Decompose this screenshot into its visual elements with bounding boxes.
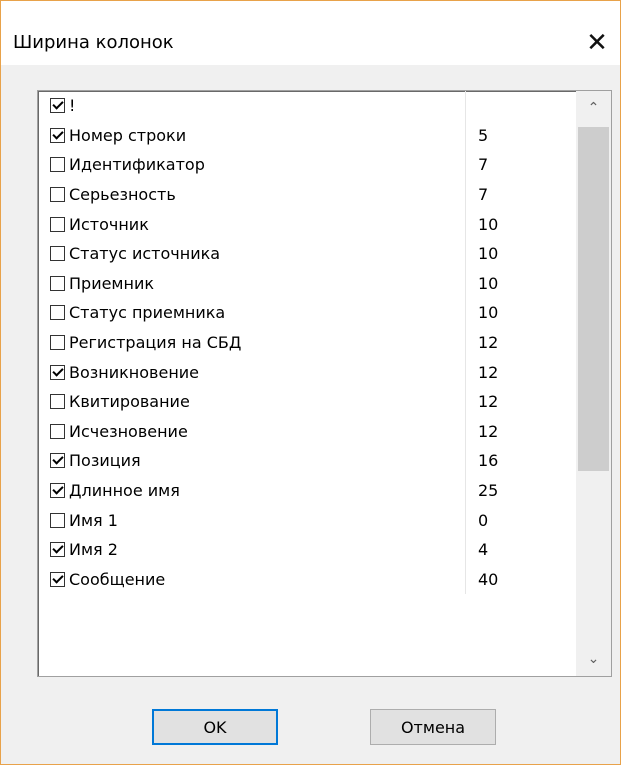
column-name-cell: Имя 2 <box>38 534 466 565</box>
columns-list[interactable]: ! Номер строки 5 Идентификатор 7 Серьезность 7… <box>37 90 612 677</box>
list-item[interactable]: Источник 10 <box>38 209 576 239</box>
column-label: Статус источника <box>69 244 221 264</box>
column-label: Длинное имя <box>69 481 180 501</box>
column-label: Сообщение <box>69 569 166 589</box>
scroll-down-icon[interactable]: ⌄ <box>576 642 611 676</box>
list-item[interactable]: Идентификатор 7 <box>38 150 576 180</box>
list-item[interactable]: ! <box>38 91 576 121</box>
column-width-value[interactable]: 10 <box>478 298 498 328</box>
column-width-value[interactable]: 12 <box>478 387 498 417</box>
list-item[interactable]: Квитирование 12 <box>38 386 576 417</box>
column-name-cell: Регистрация на СБД <box>38 327 466 358</box>
cancel-button[interactable]: Отмена <box>370 709 496 745</box>
checkbox-unchecked[interactable] <box>50 512 65 528</box>
column-name-cell: ! <box>38 91 466 121</box>
column-name-cell: Номер строки <box>38 120 466 151</box>
title-bar: Ширина колонок ✕ <box>1 1 620 65</box>
vertical-scrollbar[interactable]: ⌃ ⌄ <box>576 91 611 676</box>
column-label: ! <box>69 96 76 116</box>
column-label: Квитирование <box>69 392 190 412</box>
close-icon[interactable]: ✕ <box>574 21 620 65</box>
column-name-cell: Имя 1 <box>38 505 466 535</box>
column-name-cell: Квитирование <box>38 386 466 417</box>
column-width-value[interactable]: 7 <box>478 150 488 180</box>
list-item[interactable]: Имя 1 0 <box>38 505 576 535</box>
checkbox-unchecked[interactable] <box>50 157 65 173</box>
checkbox-checked[interactable] <box>50 364 65 380</box>
checkbox-unchecked[interactable] <box>50 305 65 321</box>
column-width-value[interactable]: 25 <box>478 476 498 506</box>
column-label: Идентификатор <box>69 155 205 175</box>
scrollbar-thumb[interactable] <box>578 127 609 471</box>
column-width-value[interactable]: 12 <box>478 417 498 447</box>
column-label: Имя 2 <box>69 540 118 560</box>
list-item[interactable]: Серьезность 7 <box>38 179 576 210</box>
column-name-cell: Исчезновение <box>38 416 466 447</box>
column-width-value[interactable]: 4 <box>478 535 488 565</box>
column-label: Серьезность <box>69 185 176 205</box>
checkbox-unchecked[interactable] <box>50 216 65 232</box>
dialog-title: Ширина колонок <box>13 32 174 53</box>
column-width-value[interactable]: 10 <box>478 209 498 239</box>
column-width-value[interactable]: 10 <box>478 239 498 269</box>
checkbox-unchecked[interactable] <box>50 187 65 203</box>
column-label: Позиция <box>69 451 141 471</box>
list-item[interactable]: Приемник 10 <box>38 268 576 299</box>
list-item[interactable]: Возникновение 12 <box>38 357 576 387</box>
column-name-cell: Возникновение <box>38 357 466 387</box>
column-label: Регистрация на СБД <box>69 333 242 353</box>
checkbox-checked[interactable] <box>50 453 65 469</box>
column-name-cell: Идентификатор <box>38 150 466 180</box>
column-width-value[interactable]: 12 <box>478 328 498 358</box>
column-width-value[interactable]: 5 <box>478 121 488 151</box>
column-width-value[interactable]: 7 <box>478 180 488 210</box>
column-label: Исчезновение <box>69 421 188 441</box>
list-item[interactable]: Статус приемника 10 <box>38 298 576 328</box>
list-item[interactable]: Длинное имя 25 <box>38 475 576 506</box>
scroll-up-icon[interactable]: ⌃ <box>576 91 611 125</box>
columns-rows: ! Номер строки 5 Идентификатор 7 Серьезность 7… <box>38 91 576 595</box>
list-item[interactable]: Имя 2 4 <box>38 534 576 565</box>
checkbox-checked[interactable] <box>50 98 65 114</box>
column-width-value[interactable]: 0 <box>478 505 488 535</box>
list-item[interactable]: Сообщение 40 <box>38 564 576 595</box>
checkbox-unchecked[interactable] <box>50 394 65 410</box>
column-label: Статус приемника <box>69 303 226 323</box>
column-name-cell: Сообщение <box>38 564 466 595</box>
column-name-cell: Серьезность <box>38 179 466 210</box>
column-name-cell: Длинное имя <box>38 475 466 506</box>
checkbox-unchecked[interactable] <box>50 423 65 439</box>
checkbox-unchecked[interactable] <box>50 246 65 262</box>
checkbox-checked[interactable] <box>50 542 65 558</box>
column-label: Приемник <box>69 273 155 293</box>
column-label: Имя 1 <box>69 510 118 530</box>
column-name-cell: Источник <box>38 209 466 239</box>
list-item[interactable]: Позиция 16 <box>38 446 576 476</box>
column-label: Источник <box>69 214 149 234</box>
column-width-value[interactable]: 16 <box>478 446 498 476</box>
column-label: Возникновение <box>69 362 200 382</box>
list-item[interactable]: Статус источника 10 <box>38 238 576 269</box>
column-width-value[interactable]: 10 <box>478 269 498 299</box>
column-label: Номер строки <box>69 125 187 145</box>
checkbox-unchecked[interactable] <box>50 335 65 351</box>
checkbox-unchecked[interactable] <box>50 275 65 291</box>
list-item[interactable]: Исчезновение 12 <box>38 416 576 447</box>
checkbox-checked[interactable] <box>50 483 65 499</box>
column-name-cell: Позиция <box>38 446 466 476</box>
ok-button[interactable]: OK <box>152 709 278 745</box>
column-width-value[interactable]: 40 <box>478 565 498 595</box>
column-name-cell: Статус источника <box>38 238 466 269</box>
list-item[interactable]: Номер строки 5 <box>38 120 576 151</box>
list-item[interactable]: Регистрация на СБД 12 <box>38 327 576 358</box>
column-name-cell: Статус приемника <box>38 298 466 328</box>
column-width-value[interactable]: 12 <box>478 357 498 387</box>
column-width-dialog: Ширина колонок ✕ ! Номер строки 5 Идентифик… <box>0 0 621 765</box>
checkbox-checked[interactable] <box>50 127 65 143</box>
column-name-cell: Приемник <box>38 268 466 299</box>
checkbox-checked[interactable] <box>50 571 65 587</box>
